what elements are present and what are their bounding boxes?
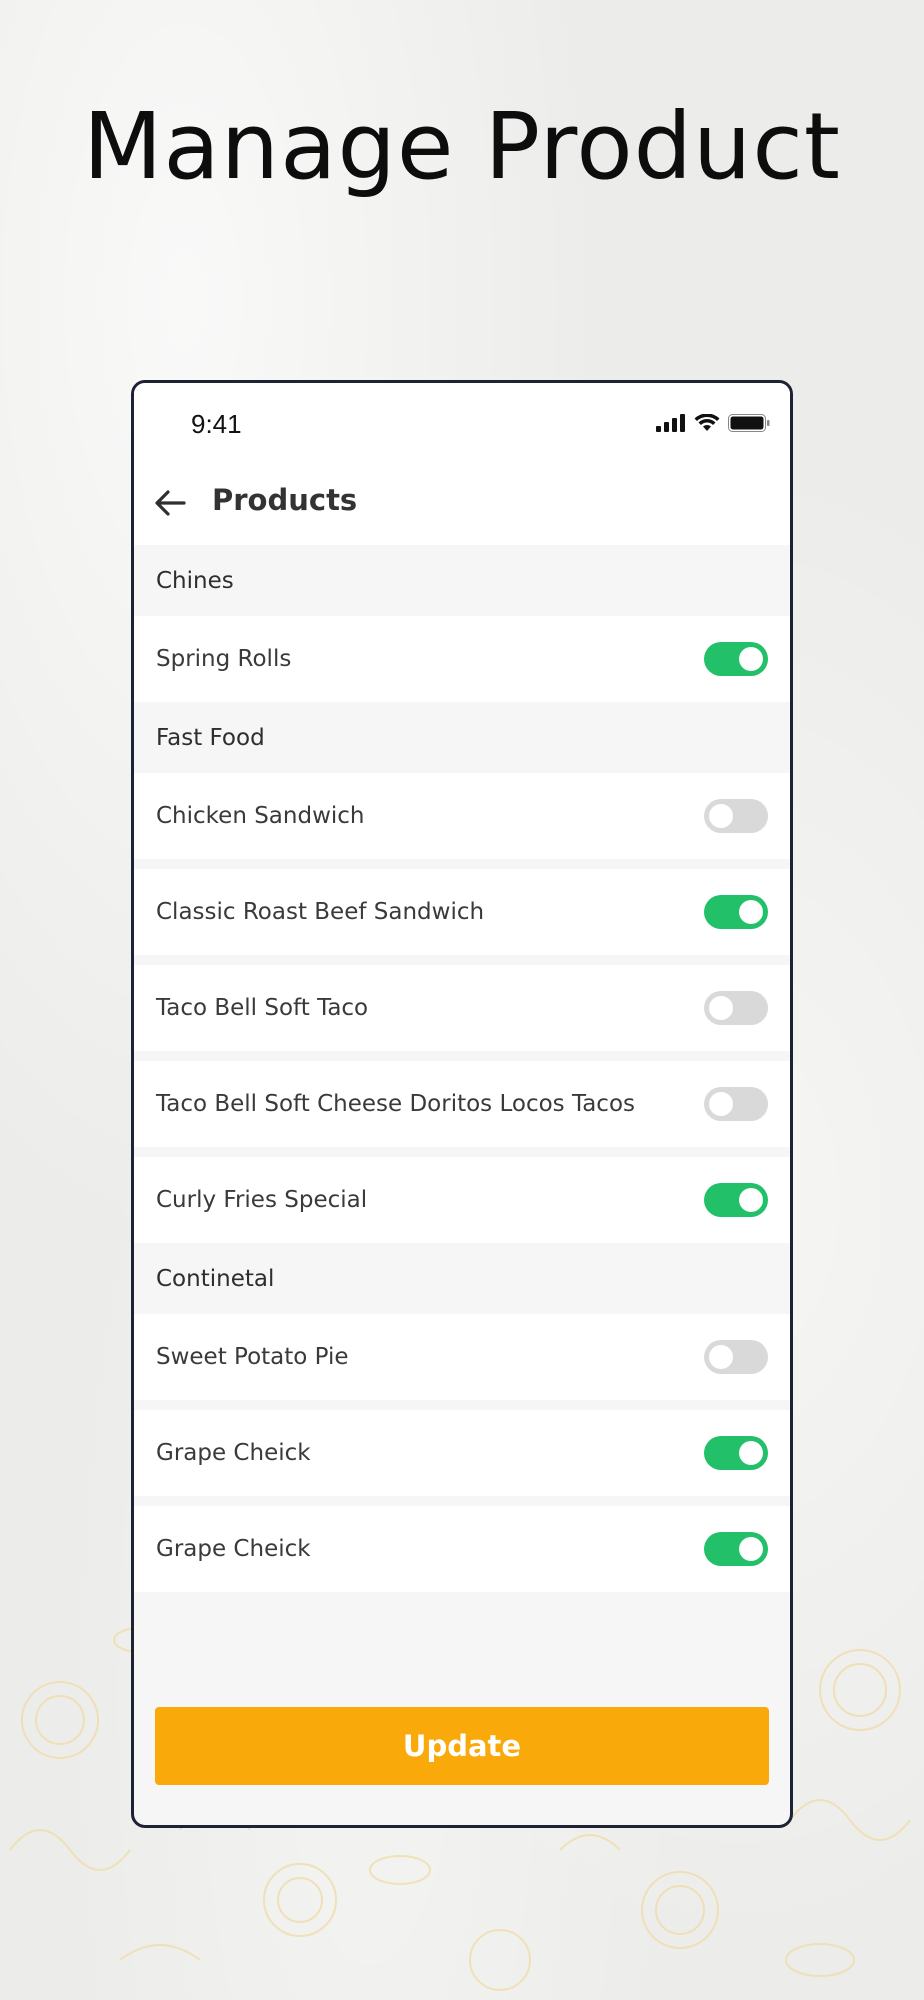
product-item: Grape Cheick [134, 1410, 790, 1496]
toggle-knob [739, 1188, 763, 1212]
availability-toggle[interactable] [704, 895, 768, 929]
product-item: Chicken Sandwich [134, 773, 790, 859]
product-name: Chicken Sandwich [156, 803, 365, 829]
availability-toggle[interactable] [704, 1340, 768, 1374]
product-list: Chines Spring Rolls Fast Food Chicken Sa… [134, 545, 790, 1592]
product-name: Classic Roast Beef Sandwich [156, 899, 485, 925]
battery-icon [728, 414, 770, 432]
toggle-knob [739, 647, 763, 671]
toggle-knob [709, 996, 733, 1020]
product-name: Taco Bell Soft Cheese Doritos Locos Taco… [156, 1091, 636, 1117]
availability-toggle[interactable] [704, 642, 768, 676]
availability-toggle[interactable] [704, 799, 768, 833]
status-bar: 9:41 [134, 383, 790, 463]
toggle-knob [709, 1092, 733, 1116]
product-item: Sweet Potato Pie [134, 1314, 790, 1400]
product-item: Curly Fries Special [134, 1157, 790, 1243]
status-time: 9:41 [191, 409, 242, 439]
product-name: Grape Cheick [156, 1536, 311, 1562]
product-item: Classic Roast Beef Sandwich [134, 869, 790, 955]
page-title: Products [212, 483, 358, 517]
phone-mockup: 9:41 Products Chines Spring Rolls Fast F… [131, 380, 793, 1828]
page-headline: Manage Product [83, 93, 841, 200]
availability-toggle[interactable] [704, 1436, 768, 1470]
availability-toggle[interactable] [704, 991, 768, 1025]
toggle-knob [739, 1441, 763, 1465]
wifi-icon [694, 414, 720, 431]
product-item: Taco Bell Soft Cheese Doritos Locos Taco… [134, 1061, 790, 1147]
product-item: Grape Cheick [134, 1506, 790, 1592]
toggle-knob [709, 804, 733, 828]
availability-toggle[interactable] [704, 1087, 768, 1121]
toggle-knob [739, 900, 763, 924]
app-bar: Products [134, 463, 790, 545]
category-header: Chines [134, 545, 790, 616]
toggle-knob [739, 1537, 763, 1561]
category-header: Fast Food [134, 702, 790, 773]
product-name: Taco Bell Soft Taco [156, 995, 369, 1021]
category-header: Continetal [134, 1243, 790, 1314]
arrow-left-icon [155, 490, 186, 516]
product-name: Grape Cheick [156, 1440, 311, 1466]
status-icons [656, 414, 770, 432]
availability-toggle[interactable] [704, 1532, 768, 1566]
product-item: Taco Bell Soft Taco [134, 965, 790, 1051]
product-item: Spring Rolls [134, 616, 790, 702]
product-name: Curly Fries Special [156, 1187, 368, 1213]
availability-toggle[interactable] [704, 1183, 768, 1217]
cellular-signal-icon [656, 414, 685, 432]
back-button[interactable] [150, 483, 190, 523]
product-name: Sweet Potato Pie [156, 1344, 349, 1370]
update-button[interactable]: Update [155, 1707, 769, 1785]
product-name: Spring Rolls [156, 646, 292, 672]
toggle-knob [709, 1345, 733, 1369]
